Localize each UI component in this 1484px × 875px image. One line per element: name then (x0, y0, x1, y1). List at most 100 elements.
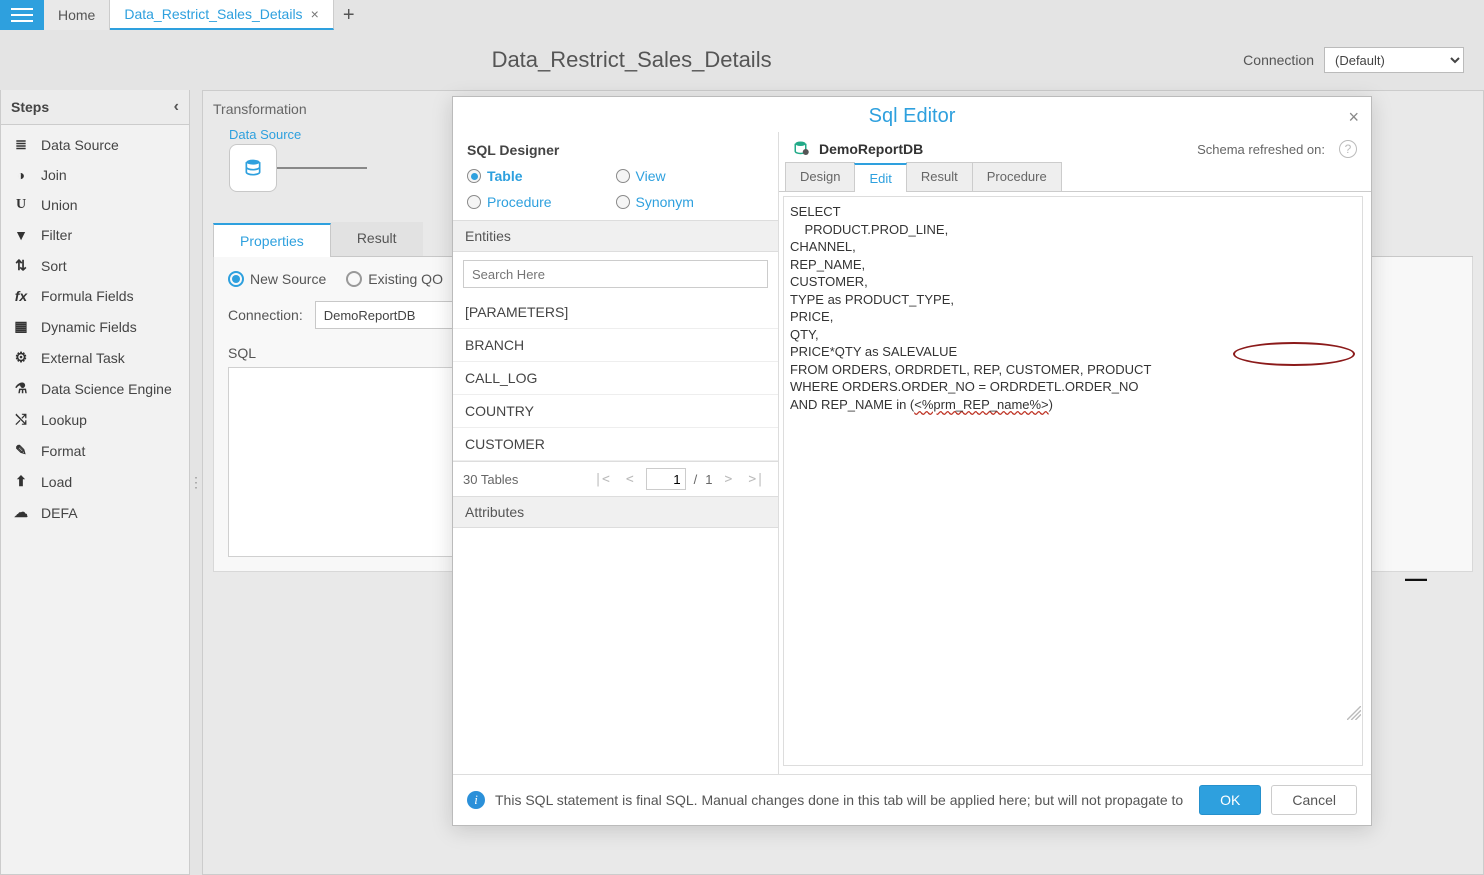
pager-first-button[interactable]: |< (590, 472, 614, 487)
radio-synonym[interactable]: Synonym (616, 194, 765, 210)
editor-tabs: Design Edit Result Procedure (779, 162, 1371, 192)
step-load[interactable]: ⬆Load (1, 466, 189, 497)
entity-item[interactable]: BRANCH (453, 329, 778, 362)
entity-item[interactable]: COUNTRY (453, 395, 778, 428)
sql-editor-pane: DemoReportDB Schema refreshed on: ? Desi… (779, 132, 1371, 774)
step-label: Dynamic Fields (41, 319, 137, 335)
gear-icon: ⚙ (11, 349, 31, 366)
entity-item[interactable]: CUSTOMER (453, 428, 778, 461)
dynamic-icon: ▦ (11, 318, 31, 335)
step-label: Data Science Engine (41, 381, 172, 397)
step-label: Union (41, 197, 78, 213)
collapse-icon[interactable]: ‹ (174, 98, 179, 116)
radio-label: View (636, 168, 666, 184)
formula-icon: fx (11, 288, 31, 304)
help-icon[interactable]: ? (1339, 140, 1357, 158)
pager-prev-button[interactable]: < (622, 472, 638, 487)
modal-close-button[interactable]: × (1348, 107, 1359, 128)
step-join[interactable]: ◑Join (1, 160, 189, 190)
step-formula[interactable]: fx Formula Fields (1, 281, 189, 311)
pager-sep: / (694, 472, 698, 487)
entity-item[interactable]: CALL_LOG (453, 362, 778, 395)
step-dse[interactable]: ⚗ Data Science Engine (1, 373, 189, 404)
radio-off-icon (346, 271, 362, 287)
filter-icon: ▼ (11, 227, 31, 243)
step-label: Lookup (41, 412, 87, 428)
tab-active[interactable]: Data_Restrict_Sales_Details × (110, 0, 333, 30)
sort-icon: ⇅ (11, 257, 31, 274)
connection-select[interactable]: (Default) (1324, 47, 1464, 73)
tab-result[interactable]: Result (331, 222, 423, 256)
radio-off-icon (616, 169, 630, 183)
entities-header: Entities (453, 220, 778, 252)
ok-button[interactable]: OK (1199, 785, 1261, 815)
tab-design[interactable]: Design (785, 162, 855, 191)
steps-list: ≣Data Source ◑Join UUnion ▼Filter ⇅Sort … (1, 125, 189, 532)
step-lookup[interactable]: ⤭ Lookup (1, 404, 189, 435)
database-icon (793, 140, 811, 158)
tab-edit[interactable]: Edit (854, 163, 906, 192)
pager-count: 30 Tables (463, 472, 518, 487)
step-format[interactable]: ✎ Format (1, 435, 189, 466)
radio-off-icon (616, 195, 630, 209)
entity-search-input[interactable] (463, 260, 768, 288)
tab-active-label: Data_Restrict_Sales_Details (124, 6, 302, 22)
radio-on-icon (467, 169, 481, 183)
sql-textarea[interactable]: SELECT PRODUCT.PROD_LINE, CHANNEL, REP_N… (783, 196, 1363, 766)
tab-editor-procedure[interactable]: Procedure (972, 162, 1062, 191)
radio-view[interactable]: View (616, 168, 765, 184)
annotation-dash: — (1405, 566, 1427, 592)
radio-table[interactable]: Table (467, 168, 616, 184)
entity-item[interactable]: [PARAMETERS] (453, 296, 778, 329)
radio-on-icon (228, 271, 244, 287)
radio-procedure[interactable]: Procedure (467, 194, 616, 210)
steps-title: Steps (11, 99, 49, 115)
steps-panel: Steps ‹ ≣Data Source ◑Join UUnion ▼ Filte… (0, 90, 190, 875)
step-label: Sort (41, 258, 67, 274)
lookup-icon: ⤭ (11, 411, 31, 428)
entity-pager: 30 Tables |< < / 1 > >| (453, 461, 778, 496)
tab-home[interactable]: Home (44, 0, 110, 30)
pager-next-button[interactable]: > (721, 472, 737, 487)
database-icon (243, 158, 263, 178)
close-icon[interactable]: × (311, 6, 319, 22)
radio-existing-qo[interactable]: Existing QO (346, 271, 443, 287)
sql-editor-modal: Sql Editor × SQL Designer Table View Pro… (452, 96, 1372, 826)
attributes-header: Attributes (453, 496, 778, 528)
schema-refreshed-label: Schema refreshed on: (1197, 142, 1325, 157)
step-label: Join (41, 167, 67, 183)
step-dynamic[interactable]: ▦ Dynamic Fields (1, 311, 189, 342)
step-label: Filter (41, 227, 72, 243)
tab-properties[interactable]: Properties (213, 223, 331, 257)
step-label: Formula Fields (41, 288, 134, 304)
add-tab-button[interactable]: + (334, 0, 364, 30)
connection-field[interactable] (315, 301, 465, 329)
splitter-handle[interactable]: ⋮ (190, 90, 202, 875)
cancel-button[interactable]: Cancel (1271, 785, 1357, 815)
radio-new-source[interactable]: New Source (228, 271, 326, 287)
step-defa[interactable]: ☁ DEFA (1, 497, 189, 528)
resize-handle-icon[interactable] (1347, 706, 1361, 720)
step-sort[interactable]: ⇅ Sort (1, 250, 189, 281)
entity-list: [PARAMETERS] BRANCH CALL_LOG COUNTRY CUS… (453, 296, 778, 461)
step-data-source[interactable]: ≣Data Source (1, 129, 189, 160)
step-label: External Task (41, 350, 125, 366)
step-filter[interactable]: ▼ Filter (1, 220, 189, 250)
defa-icon: ☁ (11, 504, 31, 521)
step-label: Format (41, 443, 85, 459)
radio-off-icon (467, 195, 481, 209)
step-union[interactable]: UUnion (1, 190, 189, 220)
radio-label: Procedure (487, 194, 552, 210)
format-icon: ✎ (11, 442, 31, 459)
hamburger-icon[interactable] (0, 0, 44, 30)
pager-page-input[interactable] (646, 468, 686, 490)
steps-header: Steps ‹ (1, 90, 189, 125)
pager-last-button[interactable]: >| (744, 472, 768, 487)
step-label: DEFA (41, 505, 78, 521)
science-icon: ⚗ (11, 380, 31, 397)
pager-total: 1 (705, 472, 712, 487)
tab-editor-result[interactable]: Result (906, 162, 973, 191)
sql-preview-box[interactable] (228, 367, 458, 557)
sql-designer-pane: SQL Designer Table View Procedure Synony… (453, 132, 779, 774)
step-external[interactable]: ⚙ External Task (1, 342, 189, 373)
